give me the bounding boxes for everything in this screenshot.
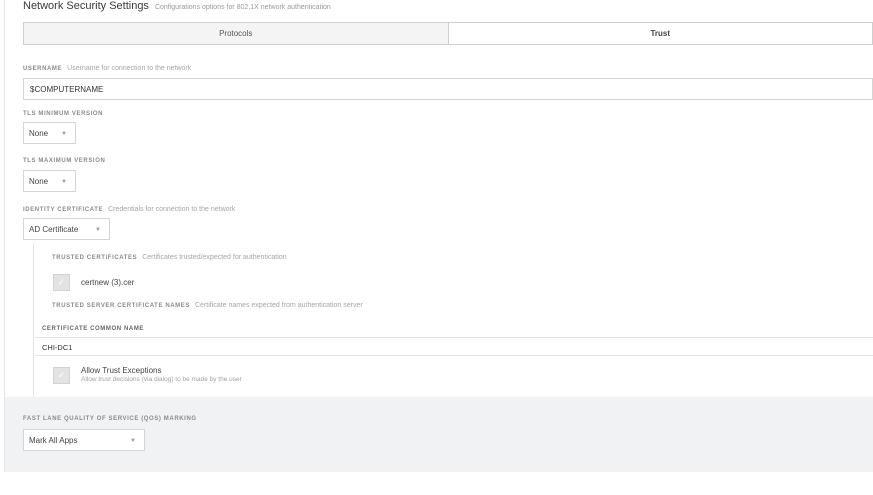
allow-trust-exceptions-description: Allow trust decisions (via dialog) to be… [81, 376, 242, 383]
identity-certificate-description: Credentials for connection to the networ… [108, 206, 236, 213]
trusted-certificate-name: certnew (3).cer [81, 278, 135, 287]
page-title: Network Security Settings Configurations … [23, 0, 331, 12]
tls-max-label: TLS MAXIMUM VERSION [23, 158, 106, 164]
allow-trust-exceptions-checkbox[interactable]: ✓ [53, 367, 70, 384]
username-label: USERNAME Username for connection to the n… [23, 65, 191, 72]
trusted-certificates-label: TRUSTED CERTIFICATES Certificates trusted… [52, 254, 287, 261]
certificate-common-name-header: CERTIFICATE COMMON NAME [33, 321, 873, 338]
trusted-certificate-checkbox[interactable]: ✓ [53, 274, 70, 291]
trusted-certificates-label-text: TRUSTED CERTIFICATES [52, 255, 138, 261]
chevron-down-icon: ▼ [95, 227, 101, 233]
identity-certificate-label-text: IDENTITY CERTIFICATE [23, 207, 104, 213]
username-description: Username for connection to the network [67, 65, 192, 72]
allow-trust-exceptions-label: Allow Trust Exceptions [81, 366, 162, 375]
trusted-server-names-label-text: TRUSTED SERVER CERTIFICATE NAMES [52, 303, 190, 309]
fastlane-label: FAST LANE QUALITY OF SERVICE (QOS) MARKI… [23, 416, 197, 422]
chevron-down-icon: ▼ [61, 131, 67, 137]
checkmark-icon: ✓ [57, 277, 66, 287]
tls-max-select[interactable]: None ▼ [23, 170, 76, 192]
username-label-text: USERNAME [23, 66, 63, 72]
tls-min-label: TLS MINIMUM VERSION [23, 111, 104, 117]
trusted-server-names-description: Certificate names expected from authenti… [195, 302, 363, 309]
identity-certificate-label: IDENTITY CERTIFICATE Credentials for conn… [23, 206, 235, 213]
network-security-settings-panel: Network Security Settings Configurations … [0, 0, 873, 495]
tab-protocols[interactable]: Protocols [24, 23, 449, 44]
tls-min-value: None [29, 128, 49, 138]
page-title-description: Configurations options for 802.1X networ… [154, 4, 331, 11]
table-row[interactable]: CHI-DC1 [33, 339, 873, 356]
fastlane-select[interactable]: Mark All Apps ▼ [23, 429, 145, 451]
tls-min-select[interactable]: None ▼ [23, 122, 76, 144]
tls-max-value: None [29, 176, 49, 186]
tab-trust[interactable]: Trust [448, 23, 872, 44]
trusted-certificates-description: Certificates trusted/expected for authen… [142, 254, 287, 261]
trusted-server-names-label: TRUSTED SERVER CERTIFICATE NAMES Certific… [52, 302, 363, 309]
fastlane-value: Mark All Apps [29, 435, 78, 445]
page-title-text: Network Security Settings [23, 0, 149, 12]
chevron-down-icon: ▼ [61, 179, 67, 185]
identity-certificate-select[interactable]: AD Certificate ▼ [23, 218, 110, 240]
chevron-down-icon: ▼ [130, 438, 136, 444]
identity-certificate-value: AD Certificate [29, 224, 79, 234]
tab-bar: Protocols Trust [23, 22, 873, 45]
username-input[interactable]: $COMPUTERNAME [23, 78, 873, 100]
checkmark-icon: ✓ [57, 370, 66, 380]
